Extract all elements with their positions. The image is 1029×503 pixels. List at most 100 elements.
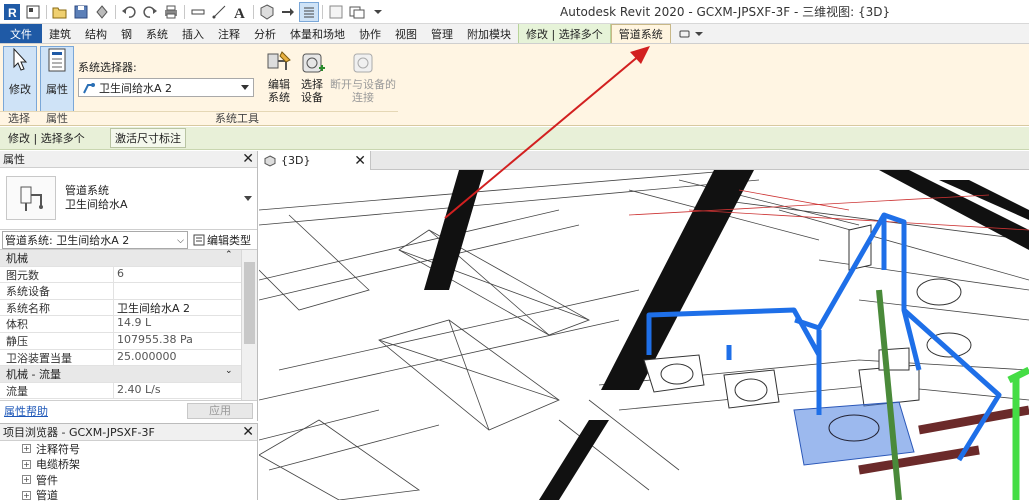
- tree-item[interactable]: + 注释符号: [0, 441, 257, 457]
- modify-button[interactable]: 修改: [3, 46, 37, 112]
- dimension-icon[interactable]: [209, 2, 229, 22]
- home-icon[interactable]: [23, 2, 43, 22]
- tab-modify-select-multiple[interactable]: 修改 | 选择多个: [518, 24, 611, 43]
- tab-insert[interactable]: 插入: [175, 24, 211, 43]
- disconnect-equipment-icon: [348, 48, 378, 78]
- category-row-mechanical[interactable]: 机械⌃: [0, 250, 257, 267]
- toolbar-separator: [253, 5, 254, 19]
- pipe-system-icon: [82, 81, 96, 95]
- minimize-ribbon-icon: [678, 29, 704, 39]
- property-value[interactable]: [114, 283, 257, 299]
- expand-icon[interactable]: +: [22, 444, 31, 453]
- view-tab-3d[interactable]: {3D} ✕: [259, 151, 371, 170]
- property-key: 图元数: [0, 267, 114, 283]
- properties-help-link[interactable]: 属性帮助: [4, 403, 48, 419]
- open-icon[interactable]: [50, 2, 70, 22]
- close-hidden-icon[interactable]: [326, 2, 346, 22]
- collapse-chevron-icon[interactable]: ⌃: [225, 250, 239, 266]
- toolbar-separator: [322, 5, 323, 19]
- property-key: 卫浴装置当量: [0, 350, 114, 366]
- toolbar-separator: [115, 5, 116, 19]
- instance-row: 管道系统: 卫生间给水A 2 ⌵ 编辑类型: [0, 230, 257, 250]
- sync-icon[interactable]: [92, 2, 112, 22]
- 3d-model-canvas[interactable]: [259, 170, 1029, 500]
- expand-icon[interactable]: +: [22, 491, 31, 500]
- select-equipment-button[interactable]: 选择设备: [292, 48, 332, 104]
- instance-filter-dropdown[interactable]: 管道系统: 卫生间给水A 2 ⌵: [2, 231, 188, 249]
- tab-manage[interactable]: 管理: [424, 24, 460, 43]
- revit-logo-icon[interactable]: R: [2, 2, 22, 22]
- undo-icon[interactable]: [119, 2, 139, 22]
- tree-item[interactable]: + 管件: [0, 472, 257, 488]
- tree-item[interactable]: + 管道: [0, 488, 257, 503]
- close-icon[interactable]: ✕: [242, 425, 254, 439]
- properties-label: 属性: [46, 81, 68, 97]
- property-value: 6: [114, 267, 257, 283]
- expand-icon[interactable]: +: [22, 475, 31, 484]
- options-bar: 修改 | 选择多个 激活尺寸标注: [0, 127, 1029, 150]
- type-selector[interactable]: 管道系统 卫生间给水A: [0, 168, 257, 230]
- properties-button[interactable]: 属性: [40, 46, 74, 112]
- edit-type-label: 编辑类型: [207, 232, 251, 248]
- tab-view[interactable]: 视图: [388, 24, 424, 43]
- activate-dimensions-button[interactable]: 激活尺寸标注: [110, 128, 186, 148]
- apply-button[interactable]: 应用: [187, 403, 253, 419]
- tab-piping-systems[interactable]: 管道系统: [611, 24, 671, 43]
- print-icon[interactable]: [161, 2, 181, 22]
- tree-item-label: 管件: [36, 472, 58, 488]
- ribbon-panel: 修改 属性 选择 属性 系统选择器: 卫生间给水A 2 编辑系统 选择设备 断开…: [0, 44, 1029, 126]
- toolbar-separator: [184, 5, 185, 19]
- tab-collaborate[interactable]: 协作: [352, 24, 388, 43]
- redo-icon[interactable]: [140, 2, 160, 22]
- customize-qat-icon[interactable]: [368, 2, 388, 22]
- tree-item[interactable]: +电缆桥架: [0, 457, 257, 473]
- table-row: 流量2.40 L/s: [0, 383, 257, 400]
- project-browser: 项目浏览器 - GCXM-JPSXF-3F ✕ +注释符号 +电缆桥架 +管件 …: [0, 423, 258, 500]
- pipe-system-type-icon: [6, 176, 56, 220]
- category-row-mechanical-flow[interactable]: 机械 - 流量⌄: [0, 366, 257, 383]
- view-tab-label: {3D}: [281, 154, 310, 167]
- tab-massing-site[interactable]: 体量和场地: [283, 24, 352, 43]
- table-row: 体积14.9 L: [0, 316, 257, 333]
- ribbon-minimize-toggle[interactable]: [671, 24, 711, 43]
- edit-type-icon: [193, 234, 205, 246]
- tree-item-label: 管道: [36, 487, 58, 503]
- property-value[interactable]: 卫生间给水A 2: [114, 300, 257, 316]
- type-name: 卫生间给水A: [65, 198, 128, 212]
- properties-scrollbar[interactable]: [241, 250, 257, 400]
- group-properties-label: 属性: [38, 111, 76, 125]
- 3d-viewport[interactable]: [259, 170, 1029, 500]
- scrollbar-thumb[interactable]: [244, 262, 255, 344]
- type-family-name: 管道系统: [65, 184, 128, 198]
- system-selector: 系统选择器: 卫生间给水A 2: [78, 59, 254, 97]
- category-label: 机械 - 流量: [0, 366, 225, 382]
- thin-lines-icon[interactable]: [299, 2, 319, 22]
- expand-icon[interactable]: +: [22, 460, 31, 469]
- text-icon[interactable]: A: [230, 2, 250, 22]
- tab-systems[interactable]: 系统: [139, 24, 175, 43]
- tab-file[interactable]: 文件: [0, 24, 42, 43]
- close-icon[interactable]: ✕: [354, 154, 366, 168]
- tab-architecture[interactable]: 建筑: [42, 24, 78, 43]
- tab-addins[interactable]: 附加模块: [460, 24, 518, 43]
- tab-analyze[interactable]: 分析: [247, 24, 283, 43]
- 3d-view-icon[interactable]: [257, 2, 277, 22]
- tab-steel[interactable]: 钢: [114, 24, 139, 43]
- system-selector-dropdown[interactable]: 卫生间给水A 2: [78, 78, 254, 97]
- tree-item-label: 注释符号: [36, 441, 80, 457]
- property-key: 静压: [0, 333, 114, 349]
- property-key: 系统名称: [0, 300, 114, 316]
- modify-label: 修改: [9, 81, 31, 97]
- disconnect-equipment-button[interactable]: 断开与设备的连接: [330, 48, 396, 104]
- disconnect-equipment-label: 断开与设备的连接: [330, 78, 396, 104]
- tab-annotate[interactable]: 注释: [211, 24, 247, 43]
- edit-type-button[interactable]: 编辑类型: [193, 232, 251, 248]
- save-icon[interactable]: [71, 2, 91, 22]
- switch-windows-icon[interactable]: [347, 2, 367, 22]
- measure-icon[interactable]: [188, 2, 208, 22]
- section-icon[interactable]: [278, 2, 298, 22]
- tab-structure[interactable]: 结构: [78, 24, 114, 43]
- options-context-label: 修改 | 选择多个: [0, 130, 110, 146]
- close-icon[interactable]: ✕: [242, 152, 254, 166]
- collapse-chevron-icon[interactable]: ⌄: [225, 366, 239, 382]
